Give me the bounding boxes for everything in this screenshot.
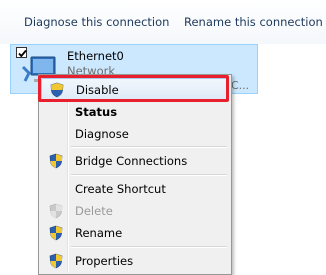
rename-connection-button[interactable]: Rename this connection [184,15,323,29]
diagnose-connection-button[interactable]: Diagnose this connection [24,15,169,29]
menu-item-rename[interactable]: Rename [41,222,229,244]
menu-item-label: Create Shortcut [75,182,166,196]
menu-separator [71,146,227,148]
uac-shield-icon [49,253,63,269]
menu-separator [71,246,227,248]
highlight-annotation-box [38,75,229,102]
menu-separator [71,174,227,176]
menu-item-label: Properties [75,254,134,268]
uac-shield-icon [49,203,63,219]
menu-item-label: Status [75,105,118,119]
uac-shield-icon [49,153,63,169]
command-bar: Diagnose this connection Rename this con… [0,0,326,44]
menu-item-label: Rename [75,226,123,240]
uac-shield-icon [49,225,63,241]
menu-item-delete: Delete [41,200,229,222]
menu-item-label: Bridge Connections [75,154,188,168]
menu-item-diagnose[interactable]: Diagnose [41,123,229,145]
menu-item-label: Delete [75,204,113,218]
adapter-device-truncated: C... [231,79,250,92]
menu-item-bridge-connections[interactable]: Bridge Connections [41,150,229,172]
menu-item-status[interactable]: Status [41,101,229,123]
menu-item-create-shortcut[interactable]: Create Shortcut [41,178,229,200]
adapter-name: Ethernet0 [67,49,124,63]
menu-item-properties[interactable]: Properties [41,250,229,272]
menu-item-label: Diagnose [75,127,129,141]
context-menu: Disable Status Diagnose Bridge Connectio… [38,74,232,275]
